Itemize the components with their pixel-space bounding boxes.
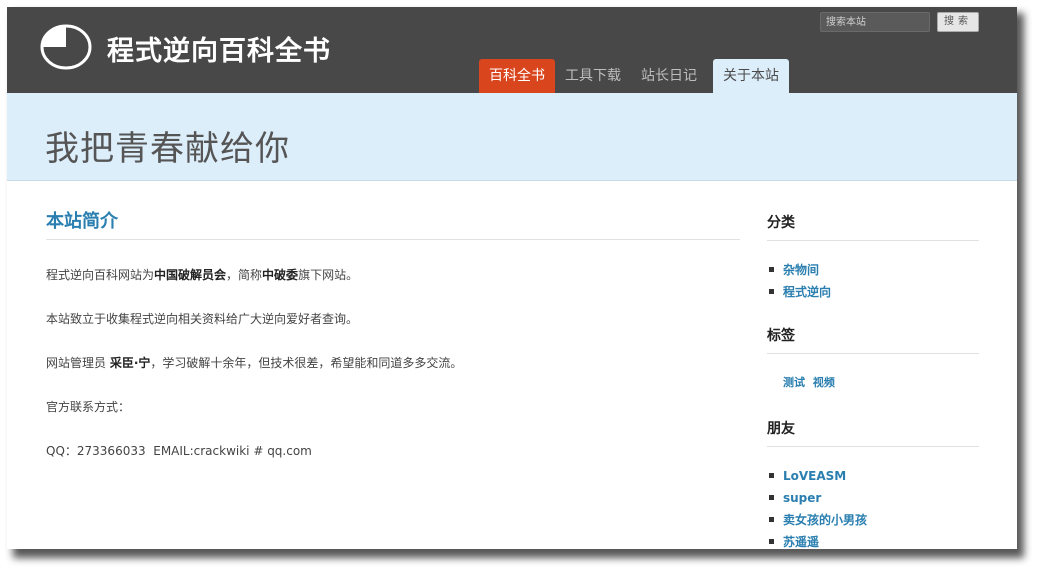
categories-heading: 分类 <box>767 212 979 241</box>
bold-text: 中破委 <box>262 268 299 282</box>
text-span: 旗下网站。 <box>298 268 359 282</box>
nav-tab-admin-diary[interactable]: 站长日记 <box>631 59 707 93</box>
pie-logo-icon <box>40 24 92 70</box>
nav-tab-tools-download[interactable]: 工具下载 <box>555 59 631 93</box>
tags-heading: 标签 <box>767 325 979 354</box>
text-span: ，简称 <box>226 268 263 282</box>
friend-link[interactable]: super <box>767 487 979 509</box>
tag-link[interactable]: 视频 <box>813 376 835 389</box>
category-item[interactable]: 杂物间 <box>767 259 979 281</box>
text-span: 程式逆向百科网站为 <box>46 268 155 282</box>
contact-heading: 官方联系方式： <box>46 400 131 414</box>
search-input[interactable] <box>820 12 930 32</box>
friend-link[interactable]: 苏遥遥 <box>767 531 979 549</box>
intro-paragraph: 程式逆向百科网站为中国破解员会，简称中破委旗下网站。 <box>46 266 740 284</box>
text-span: ，学习破解十余年，但技术很差，希望能和同道多多交流。 <box>150 356 463 370</box>
friend-link[interactable]: LoVEASM <box>767 465 979 487</box>
site-header: 程式逆向百科全书 搜索 百科全书 工具下载 站长日记 关于本站 <box>7 7 1017 93</box>
contact-details: QQ：273366033 EMAIL:crackwiki # qq.com <box>46 444 312 458</box>
friends-list: LoVEASM super 卖女孩的小男孩 苏遥遥 <box>767 465 979 549</box>
text-span: 网站管理员 <box>46 356 110 370</box>
search-button[interactable]: 搜索 <box>937 12 979 32</box>
categories-list: 杂物间 程式逆向 <box>767 259 979 303</box>
page: 程式逆向百科全书 搜索 百科全书 工具下载 站长日记 关于本站 我把青春献给你 … <box>7 7 1017 549</box>
site-title[interactable]: 程式逆向百科全书 <box>107 29 331 68</box>
purpose-paragraph: 本站致立于收集程式逆向相关资料给广大逆向爱好者查询。 <box>46 312 359 326</box>
section-title: 本站简介 <box>46 207 740 240</box>
main-nav: 百科全书 工具下载 站长日记 关于本站 <box>479 59 789 93</box>
nav-tab-about[interactable]: 关于本站 <box>713 59 789 93</box>
tag-cloud: 测试 视频 <box>767 374 979 390</box>
sidebar: 分类 杂物间 程式逆向 标签 测试 视频 朋友 LoVEASM super 卖女… <box>767 212 979 549</box>
category-item[interactable]: 程式逆向 <box>767 281 979 303</box>
admin-paragraph: 网站管理员 采臣·宁，学习破解十余年，但技术很差，希望能和同道多多交流。 <box>46 354 740 372</box>
friend-link[interactable]: 卖女孩的小男孩 <box>767 509 979 531</box>
page-title: 我把青春献给你 <box>45 129 290 169</box>
main-content: 本站简介 程式逆向百科网站为中国破解员会，简称中破委旗下网站。 本站致立于收集程… <box>46 207 740 460</box>
friends-heading: 朋友 <box>767 418 979 447</box>
tag-link[interactable]: 测试 <box>783 376 805 389</box>
page-banner: 我把青春献给你 <box>7 93 1017 181</box>
bold-text: 中国破解员会 <box>154 268 227 282</box>
nav-tab-encyclopedia[interactable]: 百科全书 <box>479 59 555 93</box>
admin-name: 采臣·宁 <box>109 356 151 370</box>
